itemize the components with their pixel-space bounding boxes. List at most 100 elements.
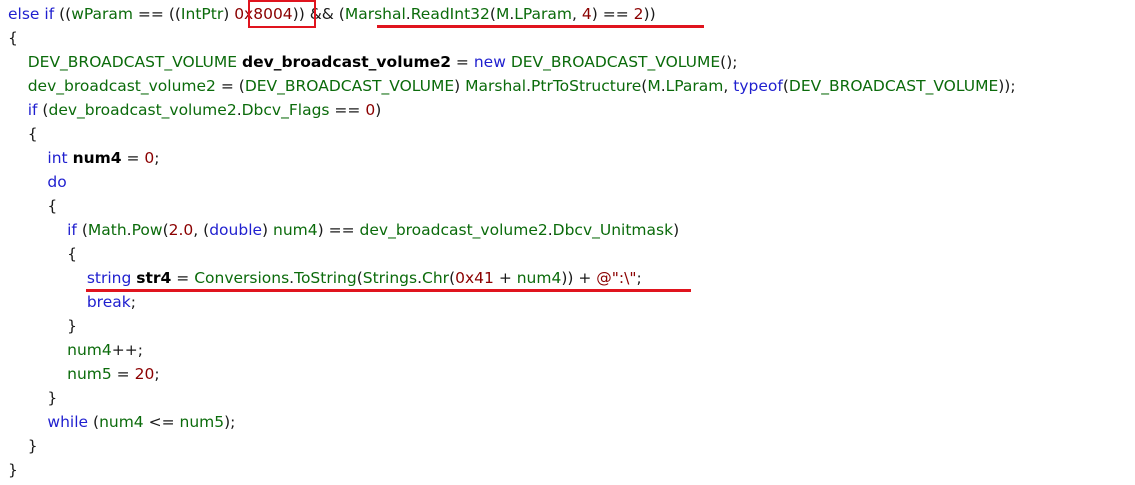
code-identifier: DEV_BROADCAST_VOLUME <box>244 77 455 95</box>
code-identifier: Dbcv_Unitmask <box>552 221 674 239</box>
code-identifier: DEV_BROADCAST_VOLUME <box>788 77 999 95</box>
code-text: + <box>493 269 517 287</box>
code-text: , <box>723 77 734 95</box>
code-text: } <box>47 389 58 407</box>
code-line: while (num4 <= num5); <box>8 410 235 434</box>
code-text: ) == <box>591 5 634 23</box>
code-keyword: new <box>473 53 511 71</box>
code-declared-variable: num4 <box>72 149 122 167</box>
code-line: } <box>8 314 77 338</box>
code-identifier: Pow <box>131 221 163 239</box>
code-text: == (( <box>132 5 181 23</box>
code-keyword: while <box>47 413 93 431</box>
code-identifier: num4 <box>516 269 562 287</box>
code-identifier: PtrToStructure <box>531 77 642 95</box>
code-text: ++; <box>111 341 143 359</box>
code-identifier: Marshal <box>344 5 406 23</box>
code-identifier: LParam <box>514 5 573 23</box>
code-identifier: dev_broadcast_volume2 <box>27 77 216 95</box>
code-text: = ( <box>215 77 245 95</box>
code-keyword: typeof <box>733 77 783 95</box>
code-identifier: num5 <box>67 365 112 383</box>
code-text: { <box>27 125 38 143</box>
code-text: ) <box>375 101 382 119</box>
code-line: dev_broadcast_volume2 = (DEV_BROADCAST_V… <box>8 74 1016 98</box>
code-number-literal: 2 <box>633 5 644 23</box>
code-string-literal: @":\" <box>596 269 637 287</box>
code-text: = <box>111 365 135 383</box>
code-line: do <box>8 170 66 194</box>
code-viewer: else if ((wParam == ((IntPtr) 0x8004)) &… <box>0 0 1135 485</box>
code-identifier: DEV_BROADCAST_VOLUME <box>510 53 721 71</box>
code-text: } <box>8 461 18 479</box>
code-identifier: num5 <box>179 413 225 431</box>
hex-constant-highlight-box <box>248 0 316 28</box>
code-identifier: LParam <box>665 77 724 95</box>
code-identifier: M <box>647 77 661 95</box>
code-line: num4++; <box>8 338 143 362</box>
str4-statement-underline <box>86 289 691 292</box>
code-identifier: Conversions <box>194 269 290 287</box>
code-line: if (dev_broadcast_volume2.Dbcv_Flags == … <box>8 98 382 122</box>
code-text: { <box>67 245 77 263</box>
code-number-literal: 20 <box>134 365 155 383</box>
code-keyword: int <box>47 149 73 167</box>
code-identifier: dev_broadcast_volume2 <box>359 221 548 239</box>
code-number-literal: 0x41 <box>455 269 494 287</box>
code-text: <= <box>143 413 180 431</box>
code-line: { <box>8 26 18 50</box>
code-text: { <box>8 29 18 47</box>
code-text: = <box>121 149 145 167</box>
code-number-literal: 2.0 <box>168 221 194 239</box>
code-text: ) <box>673 221 680 239</box>
code-text: ) <box>262 221 274 239</box>
code-text: (( <box>59 5 72 23</box>
code-declared-variable: dev_broadcast_volume2 <box>242 53 451 71</box>
code-line: if (Math.Pow(2.0, (double) num4) == dev_… <box>8 218 679 242</box>
code-identifier: M <box>495 5 510 23</box>
code-keyword: if <box>67 221 82 239</box>
code-text: } <box>67 317 77 335</box>
code-number-literal: 0 <box>365 101 376 119</box>
code-line: string str4 = Conversions.ToString(Strin… <box>8 266 642 290</box>
code-text: = <box>451 53 474 71</box>
code-text: )) <box>643 5 656 23</box>
code-identifier: wParam <box>71 5 133 23</box>
code-text: == <box>329 101 366 119</box>
code-text: ); <box>224 413 236 431</box>
code-line: DEV_BROADCAST_VOLUME dev_broadcast_volum… <box>8 50 738 74</box>
code-keyword: double <box>209 221 263 239</box>
code-text: ) <box>223 5 235 23</box>
code-text: ; <box>154 365 160 383</box>
code-identifier: Math <box>87 221 127 239</box>
code-line: { <box>8 242 77 266</box>
code-keyword: string <box>86 269 137 287</box>
code-text: , ( <box>193 221 210 239</box>
code-line: } <box>8 434 38 458</box>
code-line: num5 = 20; <box>8 362 160 386</box>
readint32-underline <box>377 25 704 28</box>
code-identifier: IntPtr <box>180 5 224 23</box>
code-line: break; <box>8 290 136 314</box>
code-identifier: Marshal <box>465 77 527 95</box>
code-line: { <box>8 194 57 218</box>
code-text: ; <box>130 293 136 311</box>
code-text: )) + <box>561 269 597 287</box>
code-text: ) == <box>317 221 360 239</box>
code-line: else if ((wParam == ((IntPtr) 0x8004)) &… <box>8 2 656 26</box>
